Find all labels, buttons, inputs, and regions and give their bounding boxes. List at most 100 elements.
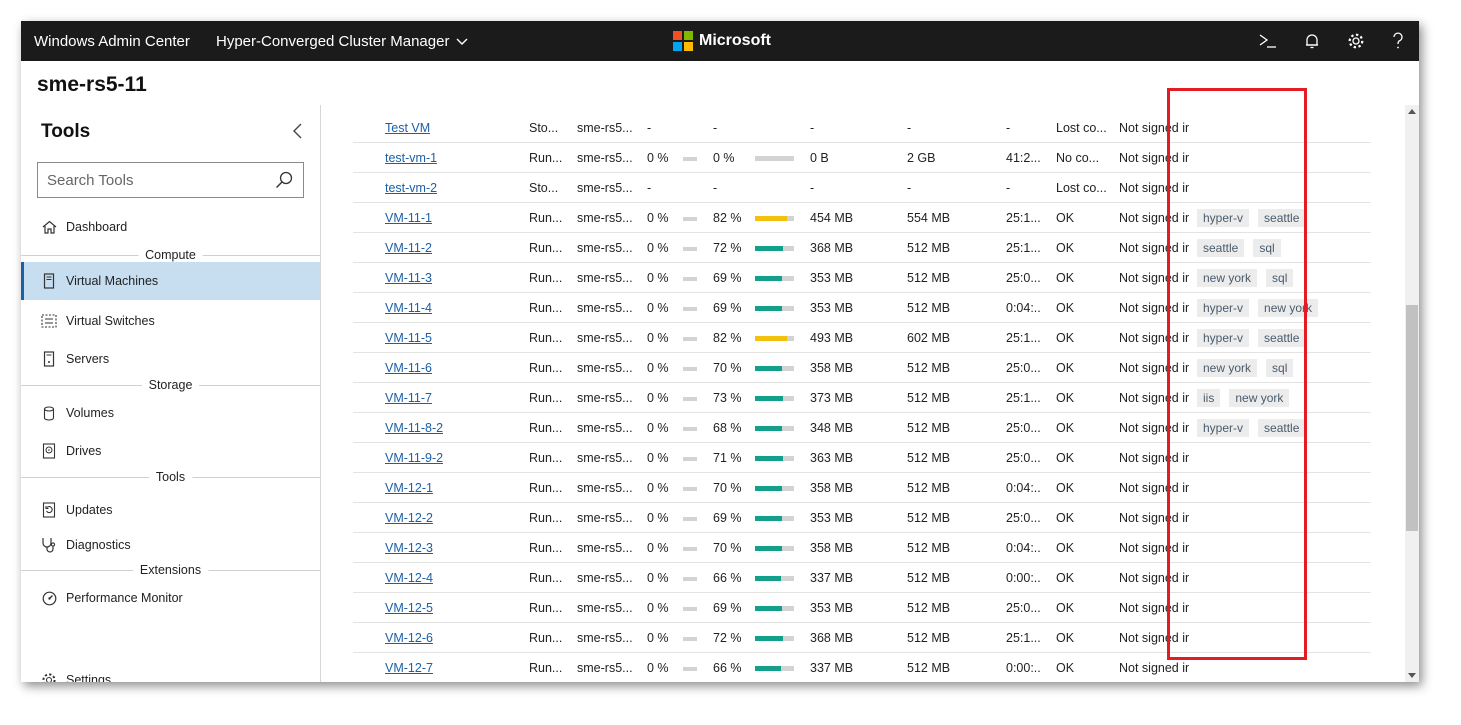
vm-memory-assigned: 602 MB bbox=[907, 331, 951, 345]
tag-badge[interactable]: hyper-v bbox=[1197, 419, 1250, 437]
sidebar-item-performance-monitor[interactable]: Performance Monitor bbox=[21, 579, 320, 617]
vm-name-link[interactable]: VM-11-3 bbox=[385, 271, 432, 285]
vm-name-link[interactable]: VM-12-5 bbox=[385, 601, 433, 615]
help-icon[interactable] bbox=[1387, 30, 1409, 52]
vm-name-link[interactable]: VM-11-1 bbox=[385, 211, 432, 225]
tag-badge[interactable]: hyper-v bbox=[1197, 299, 1250, 317]
table-row[interactable]: VM-12-3 Run... sme-rs5... 0 % 70 % 358 MB 512 … bbox=[353, 533, 1371, 563]
vm-name-link[interactable]: test-vm-1 bbox=[385, 151, 437, 165]
notifications-bell-icon[interactable] bbox=[1301, 30, 1323, 52]
table-row[interactable]: VM-11-6 Run... sme-rs5... 0 % 70 % 358 MB 512 … bbox=[353, 353, 1371, 383]
tag-badge[interactable]: new york bbox=[1197, 359, 1258, 377]
vm-name-link[interactable]: VM-12-4 bbox=[385, 571, 433, 585]
table-row[interactable]: VM-11-1 Run... sme-rs5... 0 % 82 % 454 MB 554 … bbox=[353, 203, 1371, 233]
tag-badge[interactable]: seattle bbox=[1197, 239, 1245, 257]
vm-name-link[interactable]: VM-11-4 bbox=[385, 301, 432, 315]
vm-name-link[interactable]: VM-12-7 bbox=[385, 661, 433, 675]
vm-name-link[interactable]: VM-11-2 bbox=[385, 241, 432, 255]
table-row[interactable]: VM-12-6 Run... sme-rs5... 0 % 72 % 368 MB 512 … bbox=[353, 623, 1371, 653]
table-row[interactable]: VM-11-7 Run... sme-rs5... 0 % 73 % 373 MB 512 … bbox=[353, 383, 1371, 413]
vm-name-link[interactable]: VM-11-7 bbox=[385, 391, 432, 405]
sidebar-item-virtual-machines[interactable]: Virtual Machines bbox=[21, 262, 320, 300]
tag-badge[interactable]: sql bbox=[1266, 359, 1294, 377]
sidebar-item-updates[interactable]: Updates bbox=[21, 491, 320, 529]
sidebar-item-diagnostics[interactable]: Diagnostics bbox=[21, 526, 320, 564]
vm-tags: seattle sql bbox=[1197, 239, 1281, 257]
vm-name-link[interactable]: test-vm-2 bbox=[385, 181, 437, 195]
vm-tags: hyper-v seattle bbox=[1197, 209, 1306, 227]
sidebar-item-drives[interactable]: Drives bbox=[21, 432, 320, 470]
vm-state: Run... bbox=[529, 571, 563, 585]
app-switcher-dropdown[interactable]: Hyper-Converged Cluster Manager bbox=[216, 33, 468, 50]
tag-badge[interactable]: hyper-v bbox=[1197, 329, 1250, 347]
vm-cpu-usage: 0 % bbox=[647, 301, 669, 315]
table-row[interactable]: VM-11-2 Run... sme-rs5... 0 % 72 % 368 MB 512 … bbox=[353, 233, 1371, 263]
tools-sidebar: Tools Dashboard Compute Virtual Machines Vi… bbox=[21, 105, 321, 682]
sidebar-item-settings[interactable]: Settings bbox=[21, 661, 320, 682]
tag-badge[interactable]: hyper-v bbox=[1197, 209, 1250, 227]
tag-badge[interactable]: new york bbox=[1197, 269, 1258, 287]
settings-gear-icon[interactable] bbox=[1345, 30, 1367, 52]
cpu-usage-bar bbox=[683, 607, 697, 611]
table-row[interactable]: test-vm-1 Run... sme-rs5... 0 % 0 % 0 B 2 GB 41… bbox=[353, 143, 1371, 173]
vm-name-link[interactable]: VM-11-8-2 bbox=[385, 421, 443, 435]
scrollbar-thumb[interactable] bbox=[1406, 305, 1418, 531]
scroll-down-arrow-icon[interactable] bbox=[1408, 673, 1416, 678]
search-tools-input[interactable] bbox=[38, 163, 268, 197]
powershell-icon[interactable] bbox=[1257, 30, 1279, 52]
table-row[interactable]: VM-12-7 Run... sme-rs5... 0 % 66 % 337 MB 512 … bbox=[353, 653, 1371, 682]
vm-icon bbox=[41, 273, 57, 289]
search-icon[interactable] bbox=[275, 171, 293, 189]
vm-name-link[interactable]: VM-12-2 bbox=[385, 511, 433, 525]
memory-usage-fill bbox=[755, 426, 782, 431]
vertical-scrollbar[interactable] bbox=[1405, 105, 1419, 682]
table-row[interactable]: VM-11-5 Run... sme-rs5... 0 % 82 % 493 MB 602 … bbox=[353, 323, 1371, 353]
vm-name-link[interactable]: VM-11-9-2 bbox=[385, 451, 443, 465]
tag-badge[interactable]: seattle bbox=[1258, 329, 1306, 347]
vm-cpu-usage: 0 % bbox=[647, 421, 669, 435]
table-row[interactable]: VM-12-1 Run... sme-rs5... 0 % 70 % 358 MB 512 … bbox=[353, 473, 1371, 503]
vm-cpu-usage: 0 % bbox=[647, 511, 669, 525]
sidebar-item-volumes[interactable]: Volumes bbox=[21, 394, 320, 432]
table-row[interactable]: VM-12-2 Run... sme-rs5... 0 % 69 % 353 MB 512 … bbox=[353, 503, 1371, 533]
nav-group-compute: Compute bbox=[21, 248, 320, 262]
memory-usage-bar bbox=[755, 456, 794, 461]
tag-badge[interactable]: sql bbox=[1253, 239, 1281, 257]
app-title[interactable]: Windows Admin Center bbox=[34, 33, 190, 50]
tag-badge[interactable]: seattle bbox=[1258, 209, 1306, 227]
vm-name-link[interactable]: Test VM bbox=[385, 121, 430, 135]
scroll-up-arrow-icon[interactable] bbox=[1408, 109, 1416, 114]
vm-heartbeat: No co... bbox=[1056, 151, 1100, 165]
vm-name-link[interactable]: VM-12-6 bbox=[385, 631, 433, 645]
table-row[interactable]: VM-11-9-2 Run... sme-rs5... 0 % 71 % 363 MB 51… bbox=[353, 443, 1371, 473]
table-row[interactable]: VM-12-5 Run... sme-rs5... 0 % 69 % 353 MB 512 … bbox=[353, 593, 1371, 623]
table-row[interactable]: VM-11-8-2 Run... sme-rs5... 0 % 68 % 348 MB 51… bbox=[353, 413, 1371, 443]
table-row[interactable]: Test VM Sto... sme-rs5... - - - - - Lost co... No… bbox=[353, 113, 1371, 143]
vm-memory-demand: 454 MB bbox=[810, 211, 854, 225]
vm-uptime: 25:0... bbox=[1006, 421, 1040, 435]
tag-badge[interactable]: iis bbox=[1197, 389, 1221, 407]
vm-name-link[interactable]: VM-11-6 bbox=[385, 361, 432, 375]
vm-name-link[interactable]: VM-11-5 bbox=[385, 331, 432, 345]
collapse-sidebar-icon[interactable] bbox=[289, 121, 307, 141]
sidebar-item-dashboard[interactable]: Dashboard bbox=[21, 208, 320, 246]
sidebar-item-label: Performance Monitor bbox=[66, 591, 183, 605]
top-bar: Windows Admin Center Hyper-Converged Clu… bbox=[21, 21, 1419, 61]
table-row[interactable]: VM-12-4 Run... sme-rs5... 0 % 66 % 337 MB 512 … bbox=[353, 563, 1371, 593]
vm-memory-usage: 69 % bbox=[713, 301, 742, 315]
tag-badge[interactable]: sql bbox=[1266, 269, 1294, 287]
table-row[interactable]: VM-11-3 Run... sme-rs5... 0 % 69 % 353 MB 512 … bbox=[353, 263, 1371, 293]
vm-protection: Not signed in bbox=[1119, 421, 1189, 435]
vm-protection: Not signed in bbox=[1119, 241, 1189, 255]
vm-name-link[interactable]: VM-12-3 bbox=[385, 541, 433, 555]
table-row[interactable]: test-vm-2 Sto... sme-rs5... - - - - - Lost co...… bbox=[353, 173, 1371, 203]
tag-badge[interactable]: new york bbox=[1229, 389, 1290, 407]
vm-cpu-usage: 0 % bbox=[647, 541, 669, 555]
tag-badge[interactable]: new york bbox=[1258, 299, 1319, 317]
vm-name-link[interactable]: VM-12-1 bbox=[385, 481, 433, 495]
sidebar-item-servers[interactable]: Servers bbox=[21, 340, 320, 378]
vm-memory-usage: 66 % bbox=[713, 661, 742, 675]
tag-badge[interactable]: seattle bbox=[1258, 419, 1306, 437]
sidebar-item-virtual-switches[interactable]: Virtual Switches bbox=[21, 302, 320, 340]
table-row[interactable]: VM-11-4 Run... sme-rs5... 0 % 69 % 353 MB 512 … bbox=[353, 293, 1371, 323]
